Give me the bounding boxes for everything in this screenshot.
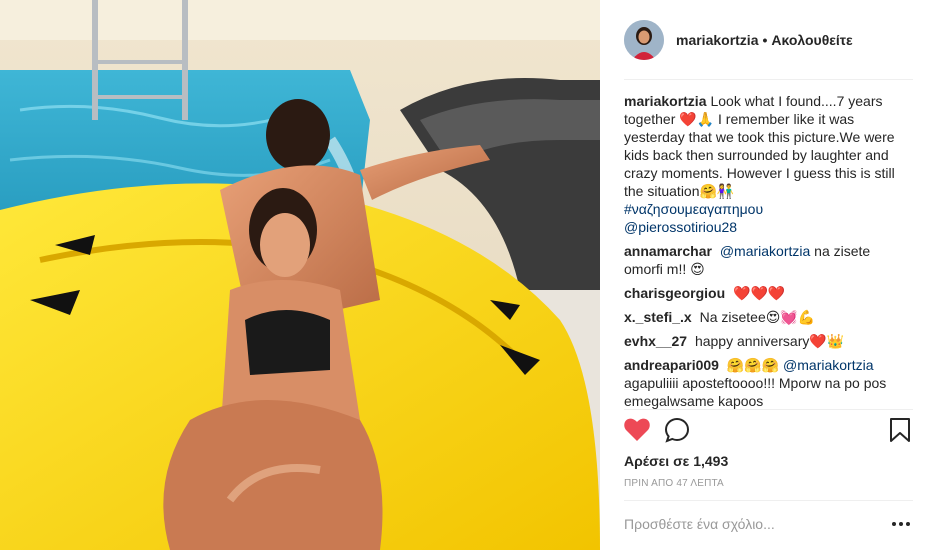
heart-icon (624, 418, 650, 441)
caption: mariakortzia Look what I found....7 years… (624, 92, 908, 236)
comment-text: Na zisetee😍💓💪 (699, 309, 816, 325)
post-timestamp[interactable]: ΠΡΙΝ ΑΠΟ 47 ΛΕΠΤΑ (624, 478, 724, 489)
likes-count[interactable]: Αρέσει σε 1,493 (624, 453, 728, 469)
more-options-icon (906, 522, 910, 526)
comment-username[interactable]: charisgeorgiou (624, 285, 725, 301)
follow-status-button[interactable]: Ακολουθείτε (771, 32, 852, 48)
separator-dot: • (762, 32, 768, 48)
comment-text: agapuliiii aposteftoooo!!! Mporw na po p… (624, 375, 887, 409)
caption-username[interactable]: mariakortzia (624, 93, 706, 109)
comment-item: charisgeorgiou ❤️❤️❤️ (624, 284, 908, 302)
header-divider (624, 79, 913, 80)
more-options-button[interactable] (891, 514, 911, 534)
comment-button[interactable] (664, 417, 690, 443)
comment-item: evhx__27 happy anniversary❤️👑 (624, 332, 908, 350)
comments-divider (624, 409, 913, 410)
comment-mention[interactable]: 🤗🤗🤗 @mariakortzia (727, 357, 874, 373)
comments-list[interactable]: mariakortzia Look what I found....7 years… (624, 92, 908, 410)
comment-text: ❤️❤️❤️ (733, 285, 786, 301)
avatar[interactable] (624, 20, 664, 60)
more-options-icon (899, 522, 903, 526)
post-photo[interactable] (0, 0, 600, 550)
comment-item: x._stefi_.x Na zisetee😍💓💪 (624, 308, 908, 326)
caption-mention[interactable]: @pierossotiriou28 (624, 218, 908, 236)
comment-text: happy anniversary❤️👑 (694, 333, 845, 349)
comment-mention[interactable]: @mariakortzia (720, 243, 810, 259)
bookmark-icon (890, 418, 910, 442)
caption-hashtag[interactable]: #ναζησουμεαγαπημου (624, 200, 908, 218)
add-comment-input[interactable] (624, 510, 884, 538)
comment-item: andreapari009 🤗🤗🤗 @mariakortzia agapulii… (624, 356, 908, 410)
comment-username[interactable]: x._stefi_.x (624, 309, 692, 325)
action-bar (624, 417, 913, 447)
post-header: mariakortzia • Ακολουθείτε (600, 0, 933, 80)
comment-username[interactable]: annamarchar (624, 243, 712, 259)
post-details-panel: mariakortzia • Ακολουθείτε mariakortzia L… (600, 0, 933, 550)
avatar-image (624, 20, 664, 60)
more-options-icon (892, 522, 896, 526)
comment-username[interactable]: andreapari009 (624, 357, 719, 373)
comment-username[interactable]: evhx__27 (624, 333, 687, 349)
add-comment-divider (624, 500, 913, 501)
comment-icon (664, 417, 690, 443)
author-username[interactable]: mariakortzia (676, 32, 758, 48)
post-image (0, 0, 600, 550)
comment-item: annamarchar @mariakortzia na zisete omor… (624, 242, 908, 278)
like-button[interactable] (624, 417, 650, 443)
save-button[interactable] (887, 417, 913, 443)
